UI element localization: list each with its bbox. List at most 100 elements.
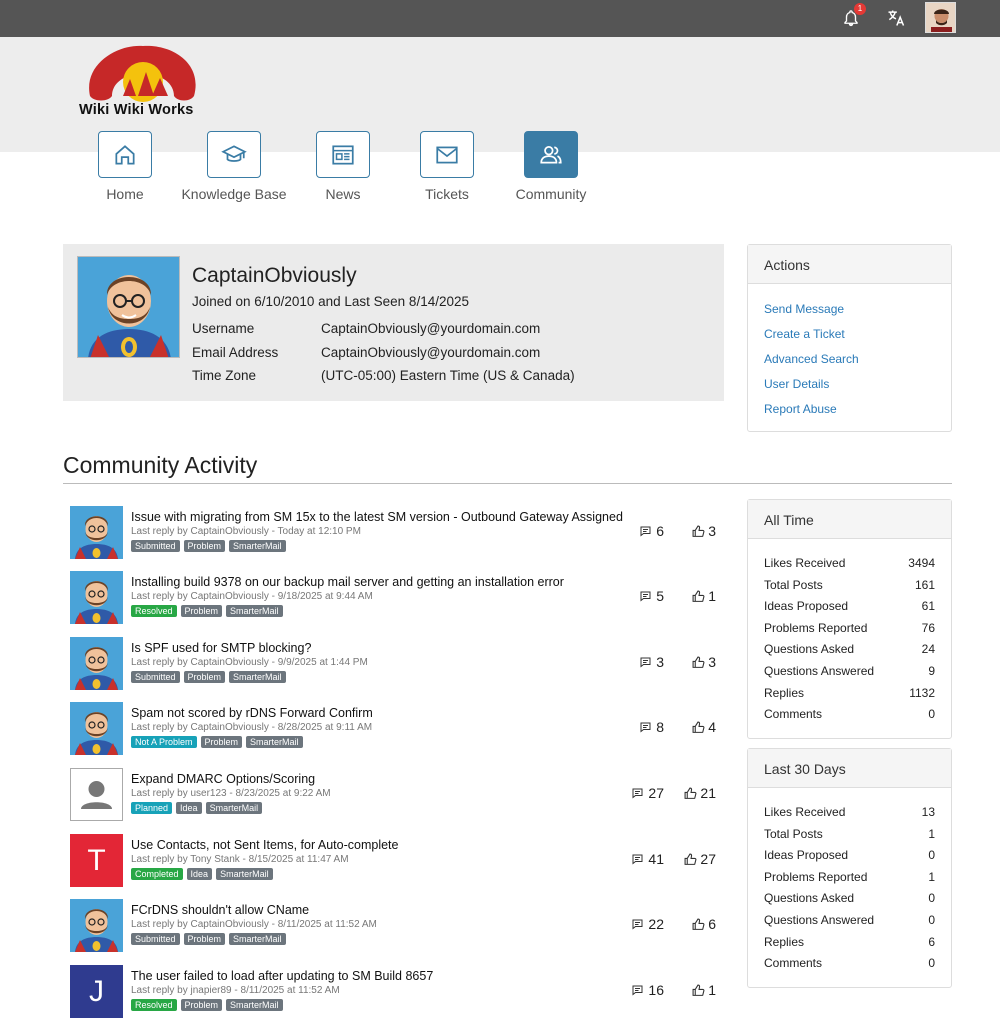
status-tag: Not A Problem xyxy=(131,736,197,748)
all-time-card: All Time Likes Received 3494 Total Posts 16… xyxy=(747,499,952,739)
stat-row: Total Posts 1 xyxy=(764,827,935,841)
row-meta: Last reply by CaptainObviously - 8/11/20… xyxy=(131,919,377,930)
thumbs-up-icon xyxy=(692,721,705,733)
comment-count-value: 22 xyxy=(648,916,664,932)
row-meta: Last reply by jnapier89 - 8/11/2025 at 1… xyxy=(131,985,340,996)
like-count-value: 3 xyxy=(708,523,716,539)
like-count[interactable]: 3 xyxy=(692,654,716,670)
nav-news[interactable]: News xyxy=(288,131,398,206)
status-tag: SmarterMail xyxy=(229,671,286,683)
like-count[interactable]: 3 xyxy=(692,523,716,539)
thumbs-up-icon xyxy=(692,525,705,537)
status-tag: SmarterMail xyxy=(246,736,303,748)
activity-row[interactable]: Installing build 9378 on our backup mail… xyxy=(70,571,730,625)
email-value: CaptainObviously@yourdomain.com xyxy=(321,345,541,360)
comment-count-value: 16 xyxy=(648,982,664,998)
comment-icon xyxy=(632,788,643,799)
user-avatar[interactable] xyxy=(925,2,956,33)
row-title[interactable]: Expand DMARC Options/Scoring xyxy=(131,772,315,786)
thumbs-up-icon xyxy=(692,590,705,602)
like-count[interactable]: 6 xyxy=(692,916,716,932)
like-count[interactable]: 1 xyxy=(692,588,716,604)
nav-tickets-box xyxy=(420,131,474,178)
stat-label: Comments xyxy=(764,707,823,722)
comment-count-value: 41 xyxy=(648,851,664,867)
status-tag: Problem xyxy=(183,933,226,945)
last-30-days-title: Last 30 Days xyxy=(748,749,951,788)
stat-value: 0 xyxy=(928,913,935,927)
stat-value: 161 xyxy=(914,577,935,592)
like-count[interactable]: 21 xyxy=(684,785,716,801)
like-count-value: 1 xyxy=(708,982,716,998)
stat-label: Questions Asked xyxy=(764,642,855,657)
nav-home[interactable]: Home xyxy=(70,131,180,206)
stat-value: 0 xyxy=(928,848,935,863)
nav-tickets[interactable]: Tickets xyxy=(392,131,502,206)
stat-row: Ideas Proposed 61 xyxy=(764,599,935,613)
stat-value: 76 xyxy=(921,620,935,635)
thumbs-up-icon xyxy=(684,787,697,799)
status-tag: Problem xyxy=(180,605,223,617)
profile-joined: Joined on 6/10/2010 and Last Seen 8/14/2… xyxy=(192,294,469,309)
stat-label: Likes Received xyxy=(764,805,846,819)
stat-value: 0 xyxy=(928,891,935,906)
nav-knowledge-base[interactable]: Knowledge Base xyxy=(179,131,289,206)
row-tags: Completed Idea SmarterMail xyxy=(131,868,273,880)
activity-row[interactable]: Is SPF used for SMTP blocking? Last reply… xyxy=(70,637,730,691)
stat-label: Replies xyxy=(764,685,805,700)
nav-community[interactable]: Community xyxy=(496,131,606,206)
activity-row[interactable]: Issue with migrating from SM 15x to the … xyxy=(70,506,730,560)
nav-knowledge-base-label: Knowledge Base xyxy=(181,186,287,202)
translate-icon[interactable] xyxy=(885,8,907,28)
comment-icon xyxy=(640,591,651,602)
thumbs-up-icon xyxy=(692,656,705,668)
row-tags: Resolved Problem SmarterMail xyxy=(131,605,283,617)
row-tags: Submitted Problem SmarterMail xyxy=(131,540,286,552)
activity-row[interactable]: Spam not scored by rDNS Forward Confirm L… xyxy=(70,702,730,756)
nav-knowledge-base-box xyxy=(207,131,261,178)
last-30-days-card: Last 30 Days Likes Received 13 Total Posts… xyxy=(747,748,952,988)
status-tag: SmarterMail xyxy=(229,933,286,945)
status-tag: SmarterMail xyxy=(216,868,273,880)
send-message-link[interactable]: Send Message xyxy=(764,302,844,316)
status-tag: SmarterMail xyxy=(226,605,283,617)
row-title[interactable]: Issue with migrating from SM 15x to the … xyxy=(131,510,623,524)
stat-row: Comments 0 xyxy=(764,707,935,721)
like-count-value: 27 xyxy=(700,851,716,867)
row-tags: Not A Problem Problem SmarterMail xyxy=(131,736,303,748)
like-count[interactable]: 4 xyxy=(692,719,716,735)
stat-row: Total Posts 161 xyxy=(764,578,935,592)
like-count[interactable]: 27 xyxy=(684,851,716,867)
row-title[interactable]: Installing build 9378 on our backup mail… xyxy=(131,575,564,589)
row-title[interactable]: Use Contacts, not Sent Items, for Auto-c… xyxy=(131,838,399,852)
comment-count: 3 xyxy=(639,654,664,670)
stat-value: 0 xyxy=(928,956,935,971)
nav-home-label: Home xyxy=(106,186,144,202)
section-divider xyxy=(63,483,952,484)
row-title[interactable]: Is SPF used for SMTP blocking? xyxy=(131,641,311,655)
row-title[interactable]: FCrDNS shouldn't allow CName xyxy=(131,903,309,917)
advanced-search-link[interactable]: Advanced Search xyxy=(764,352,859,366)
row-title[interactable]: Spam not scored by rDNS Forward Confirm xyxy=(131,706,373,720)
actions-card: Actions Send Message Create a Ticket Adv… xyxy=(747,244,952,432)
like-count[interactable]: 1 xyxy=(692,982,716,998)
stat-label: Ideas Proposed xyxy=(764,848,849,863)
comment-count: 5 xyxy=(639,588,664,604)
activity-row[interactable]: T Use Contacts, not Sent Items, for Auto-… xyxy=(70,834,730,888)
activity-row[interactable]: Expand DMARC Options/Scoring Last reply b… xyxy=(70,768,730,822)
row-avatar xyxy=(70,768,123,821)
community-activity-title: Community Activity xyxy=(63,452,258,478)
row-meta: Last reply by CaptainObviously - 8/28/20… xyxy=(131,722,373,733)
activity-row[interactable]: J The user failed to load after updating … xyxy=(70,965,730,1019)
thumbs-up-icon xyxy=(692,918,705,930)
report-abuse-link[interactable]: Report Abuse xyxy=(764,402,837,416)
row-tags: Submitted Problem SmarterMail xyxy=(131,671,286,683)
create-ticket-link[interactable]: Create a Ticket xyxy=(764,327,845,341)
profile-avatar xyxy=(77,256,180,358)
row-title[interactable]: The user failed to load after updating t… xyxy=(131,969,433,983)
row-tags: Resolved Problem SmarterMail xyxy=(131,999,283,1011)
stat-row: Replies 1132 xyxy=(764,686,935,700)
stat-label: Questions Answered xyxy=(764,913,875,927)
user-details-link[interactable]: User Details xyxy=(764,377,829,391)
activity-row[interactable]: FCrDNS shouldn't allow CName Last reply b… xyxy=(70,899,730,953)
